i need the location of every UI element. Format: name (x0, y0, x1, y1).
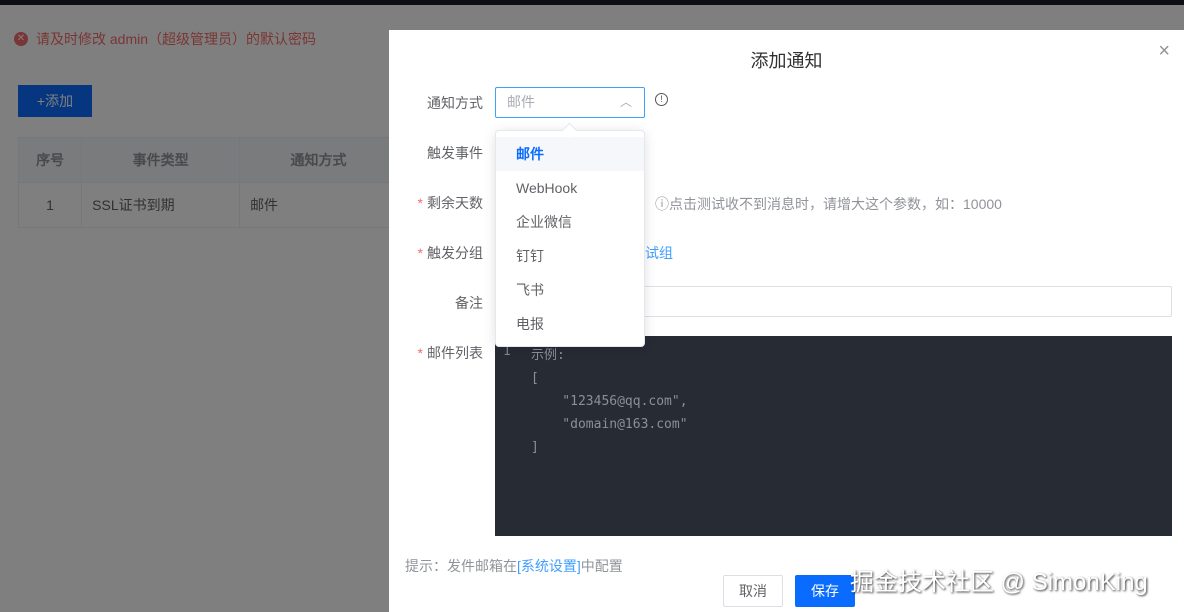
group-value[interactable]: 试组 (645, 243, 673, 263)
label-email-list: * 邮件列表 (417, 345, 483, 361)
method-select-value: 邮件 (507, 94, 535, 110)
editor-code: 示例: [ "123456@qq.com", "domain@163.com" … (531, 348, 688, 455)
days-hint: ⓘ点击测试收不到消息时，请增大这个参数，如：10000 (655, 196, 1002, 212)
info-icon[interactable]: ! (655, 93, 668, 106)
label-remark: 备注 (455, 295, 483, 311)
method-select[interactable]: 邮件 ︿ (495, 87, 645, 118)
option-telegram[interactable]: 电报 (496, 307, 644, 341)
option-webhook[interactable]: WebHook (496, 171, 644, 205)
close-icon[interactable]: × (1158, 40, 1170, 63)
option-dingtalk[interactable]: 钉钉 (496, 239, 644, 273)
option-email[interactable]: 邮件 (496, 137, 644, 171)
label-days: * 剩余天数 (417, 195, 483, 211)
label-group: * 触发分组 (417, 245, 483, 261)
label-method: 通知方式 (427, 95, 483, 111)
method-dropdown: 邮件 WebHook 企业微信 钉钉 飞书 电报 (495, 130, 645, 347)
option-wecom[interactable]: 企业微信 (496, 205, 644, 239)
email-list-editor[interactable]: 1 示例: [ "123456@qq.com", "domain@163.com… (495, 336, 1172, 536)
watermark: 掘金技术社区 @ SimonKing (850, 569, 1148, 596)
tip-text: 提示：发件邮箱在[系统设置]中配置 (405, 558, 623, 574)
dialog-title: 添加通知 (750, 51, 823, 71)
system-settings-link[interactable]: [系统设置] (517, 558, 581, 574)
chevron-up-icon: ︿ (619, 95, 632, 109)
cancel-button[interactable]: 取消 (723, 575, 783, 607)
option-feishu[interactable]: 飞书 (496, 273, 644, 307)
save-button[interactable]: 保存 (795, 575, 855, 607)
label-event: 触发事件 (427, 145, 483, 161)
